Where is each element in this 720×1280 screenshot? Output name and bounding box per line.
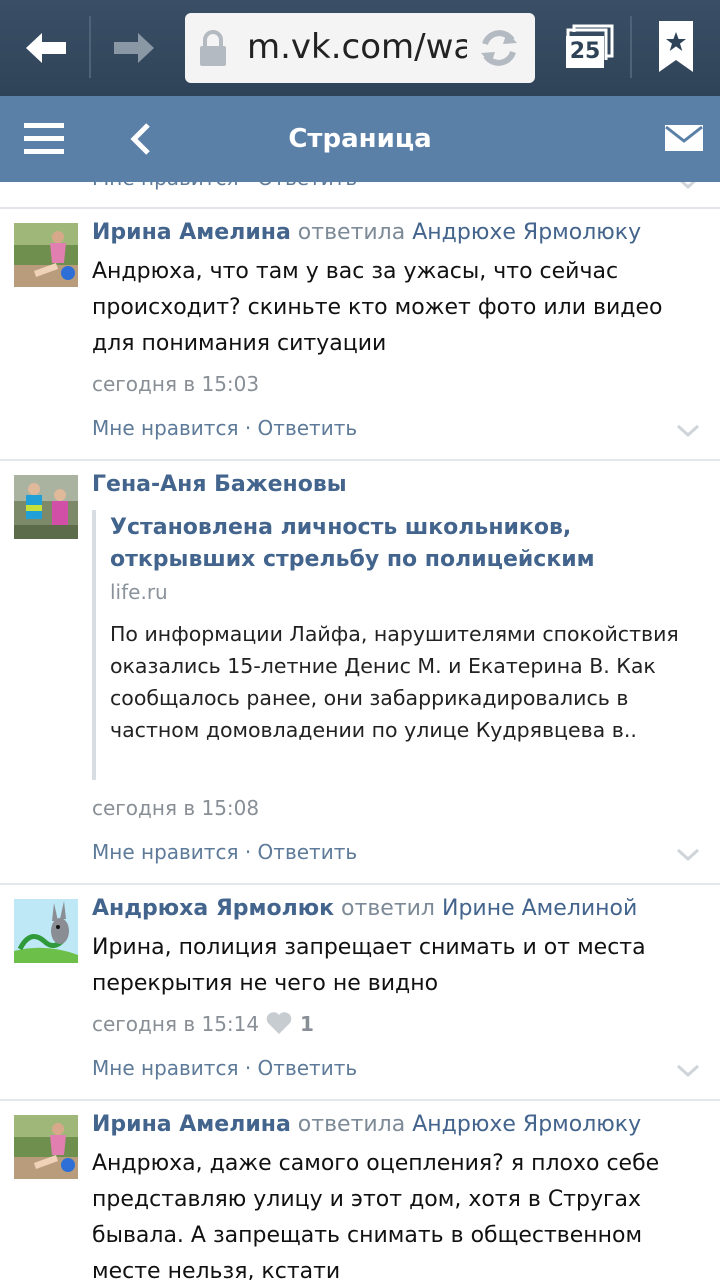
avatar[interactable]: [14, 223, 78, 287]
avatar[interactable]: [14, 475, 78, 539]
avatar[interactable]: [14, 1115, 78, 1179]
comment-time[interactable]: сегодня в 15:14: [92, 1012, 259, 1036]
divider: [0, 459, 720, 461]
tabs-count: 25: [566, 36, 604, 68]
link-source: life.ru: [110, 580, 168, 604]
app-header: Страница: [0, 96, 720, 182]
link-text: По информации Лайфа, нарушителями спокой…: [110, 622, 679, 742]
reply-target[interactable]: Андрюхе Ярмолюку: [412, 220, 641, 245]
author-name[interactable]: Ирина Амелина: [92, 220, 291, 245]
reply-verb: ответил: [341, 896, 435, 921]
comment-text: Ирина, полиция запрещает снимать и от ме…: [92, 935, 646, 996]
comment-time[interactable]: сегодня в 15:08: [92, 796, 259, 820]
bookmark-icon[interactable]: [658, 20, 694, 74]
comment-text: Андрюха, даже самого оцепления? я плохо …: [92, 1151, 660, 1280]
toolbar-separator: [89, 16, 91, 78]
comment-time[interactable]: сегодня в 15:03: [92, 372, 259, 396]
chevron-down-icon[interactable]: [676, 182, 700, 190]
heart-icon[interactable]: [266, 1011, 292, 1035]
comment-header: Гена-Аня Баженовы: [92, 472, 347, 497]
comments-feed: Мне нравится · Ответить Ирина Амелина от…: [0, 182, 720, 1280]
comment-header: Андрюха Ярмолюк ответил Ирине Амелиной: [92, 896, 637, 921]
forward-icon[interactable]: [104, 18, 164, 78]
divider: [0, 207, 720, 209]
divider: [0, 883, 720, 885]
url-text: m.vk.com/wa: [247, 27, 467, 67]
refresh-icon[interactable]: [477, 26, 521, 70]
chevron-down-icon[interactable]: [676, 1064, 700, 1078]
link-title[interactable]: Установлена личность школьников, открывш…: [110, 512, 702, 576]
author-name[interactable]: Гена-Аня Баженовы: [92, 472, 347, 497]
divider: [0, 1099, 720, 1101]
reply-target[interactable]: Ирине Амелиной: [442, 896, 637, 921]
comment-header: Ирина Амелина ответила Андрюхе Ярмолюку: [92, 1112, 641, 1137]
lock-icon: [200, 30, 226, 66]
reply-verb: ответила: [297, 1112, 406, 1137]
author-name[interactable]: Андрюха Ярмолюк: [92, 896, 334, 921]
comment-actions[interactable]: Мне нравится · Ответить: [92, 182, 357, 190]
comment-actions[interactable]: Мне нравится · Ответить: [92, 840, 357, 864]
comment-text: Андрюха, что там у вас за ужасы, что сей…: [92, 259, 663, 356]
comment-header: Ирина Амелина ответила Андрюхе Ярмолюку: [92, 220, 641, 245]
toolbar-separator: [630, 16, 632, 78]
like-count: 1: [300, 1012, 314, 1036]
reply-target[interactable]: Андрюхе Ярмолюку: [412, 1112, 641, 1137]
browser-toolbar: m.vk.com/wa 25: [0, 0, 720, 96]
author-name[interactable]: Ирина Амелина: [92, 1112, 291, 1137]
comment-actions[interactable]: Мне нравится · Ответить: [92, 1056, 357, 1080]
back-icon[interactable]: [16, 18, 76, 78]
address-bar[interactable]: m.vk.com/wa: [185, 13, 535, 83]
page-title: Страница: [288, 124, 432, 154]
comment-actions[interactable]: Мне нравится · Ответить: [92, 416, 357, 440]
link-attachment[interactable]: Установлена личность школьников, открывш…: [92, 510, 702, 780]
avatar[interactable]: [14, 899, 78, 963]
reply-verb: ответила: [297, 220, 406, 245]
tabs-button[interactable]: 25: [562, 22, 614, 70]
chevron-down-icon[interactable]: [676, 424, 700, 438]
messages-icon[interactable]: [664, 124, 704, 152]
chevron-down-icon[interactable]: [676, 848, 700, 862]
